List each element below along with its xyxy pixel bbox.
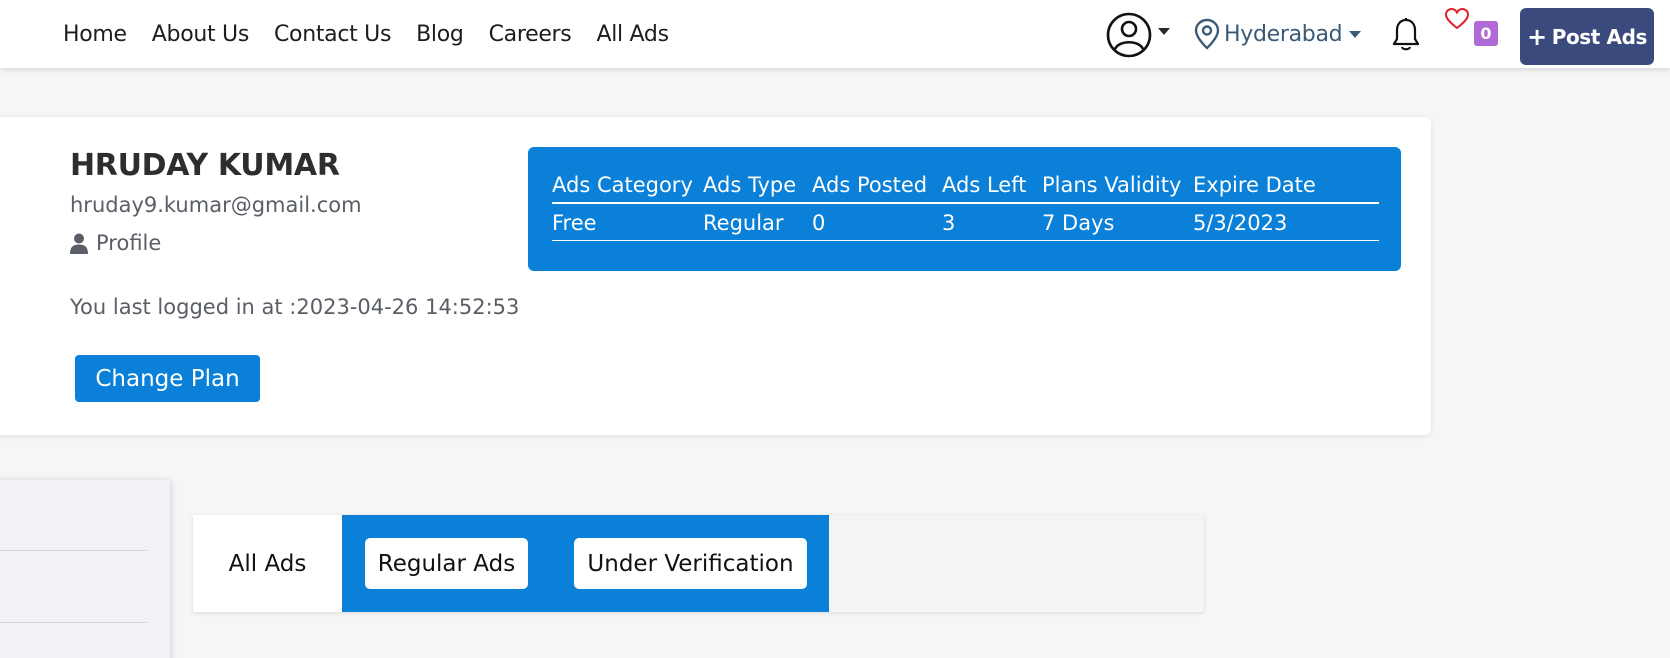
plus-icon: + xyxy=(1526,22,1547,51)
top-navbar: Home About Us Contact Us Blog Careers Al… xyxy=(0,0,1670,68)
bell-icon xyxy=(1392,18,1420,51)
nav-link-contact-us[interactable]: Contact Us xyxy=(274,22,391,47)
plan-header-expire-date: Expire Date xyxy=(1193,169,1379,204)
map-pin-icon xyxy=(1194,18,1220,50)
user-circle-icon xyxy=(1106,12,1152,58)
plan-cell-ads-left: 3 xyxy=(942,203,1042,241)
ads-tabs-bar: All Ads Regular Ads Under Verification xyxy=(193,515,1204,612)
nav-link-home[interactable]: Home xyxy=(63,22,127,47)
heart-icon xyxy=(1444,7,1470,30)
nav-links: Home About Us Contact Us Blog Careers Al… xyxy=(63,0,694,68)
side-menu-panel xyxy=(0,480,170,658)
chevron-down-icon xyxy=(1158,27,1170,35)
plan-header-ads-category: Ads Category xyxy=(552,169,703,204)
side-menu-divider xyxy=(0,550,148,551)
last-login-text: You last logged in at :2023-04-26 14:52:… xyxy=(70,295,520,319)
plan-cell-expire-date: 5/3/2023 xyxy=(1193,203,1379,241)
profile-card: HRUDAY KUMAR hruday9.kumar@gmail.com Pro… xyxy=(0,117,1431,435)
profile-link-label: Profile xyxy=(96,231,162,255)
plan-header-ads-left: Ads Left xyxy=(942,169,1042,204)
user-name: HRUDAY KUMAR xyxy=(70,148,340,183)
plan-table-header-row: Ads Category Ads Type Ads Posted Ads Lef… xyxy=(552,169,1379,204)
tab-under-verification[interactable]: Under Verification xyxy=(574,538,807,589)
tab-all-ads[interactable]: All Ads xyxy=(193,515,342,612)
plan-cell-plans-validity: 7 Days xyxy=(1042,203,1193,241)
side-menu-divider xyxy=(0,622,148,623)
plan-header-ads-type: Ads Type xyxy=(703,169,812,204)
location-label: Hyderabad xyxy=(1224,21,1343,47)
person-icon xyxy=(70,233,88,254)
tab-group-highlight: Regular Ads Under Verification xyxy=(342,515,829,612)
nav-link-all-ads[interactable]: All Ads xyxy=(596,22,669,47)
change-plan-button[interactable]: Change Plan xyxy=(75,355,260,402)
profile-link[interactable]: Profile xyxy=(70,231,161,255)
plan-cell-ads-type: Regular xyxy=(703,203,812,241)
location-selector[interactable]: Hyderabad xyxy=(1194,18,1362,50)
plan-summary-box: Ads Category Ads Type Ads Posted Ads Lef… xyxy=(528,147,1401,271)
table-row: Free Regular 0 3 7 Days 5/3/2023 xyxy=(552,203,1379,241)
post-ads-label: Post Ads xyxy=(1551,24,1648,49)
plan-table: Ads Category Ads Type Ads Posted Ads Lef… xyxy=(552,169,1379,241)
nav-link-careers[interactable]: Careers xyxy=(489,22,572,47)
plan-cell-ads-posted: 0 xyxy=(812,203,942,241)
wishlist-button[interactable] xyxy=(1444,7,1470,35)
wishlist-count-badge: 0 xyxy=(1474,21,1498,46)
user-menu-dropdown[interactable] xyxy=(1106,12,1170,58)
user-email: hruday9.kumar@gmail.com xyxy=(70,193,362,217)
chevron-down-icon xyxy=(1349,30,1362,38)
nav-link-blog[interactable]: Blog xyxy=(416,22,464,47)
nav-link-about-us[interactable]: About Us xyxy=(152,22,250,47)
plan-header-plans-validity: Plans Validity xyxy=(1042,169,1193,204)
plan-header-ads-posted: Ads Posted xyxy=(812,169,942,204)
plan-cell-ads-category: Free xyxy=(552,203,703,241)
tab-regular-ads[interactable]: Regular Ads xyxy=(365,538,528,589)
notification-bell[interactable] xyxy=(1391,17,1421,57)
post-ads-button[interactable]: + Post Ads xyxy=(1520,8,1654,65)
